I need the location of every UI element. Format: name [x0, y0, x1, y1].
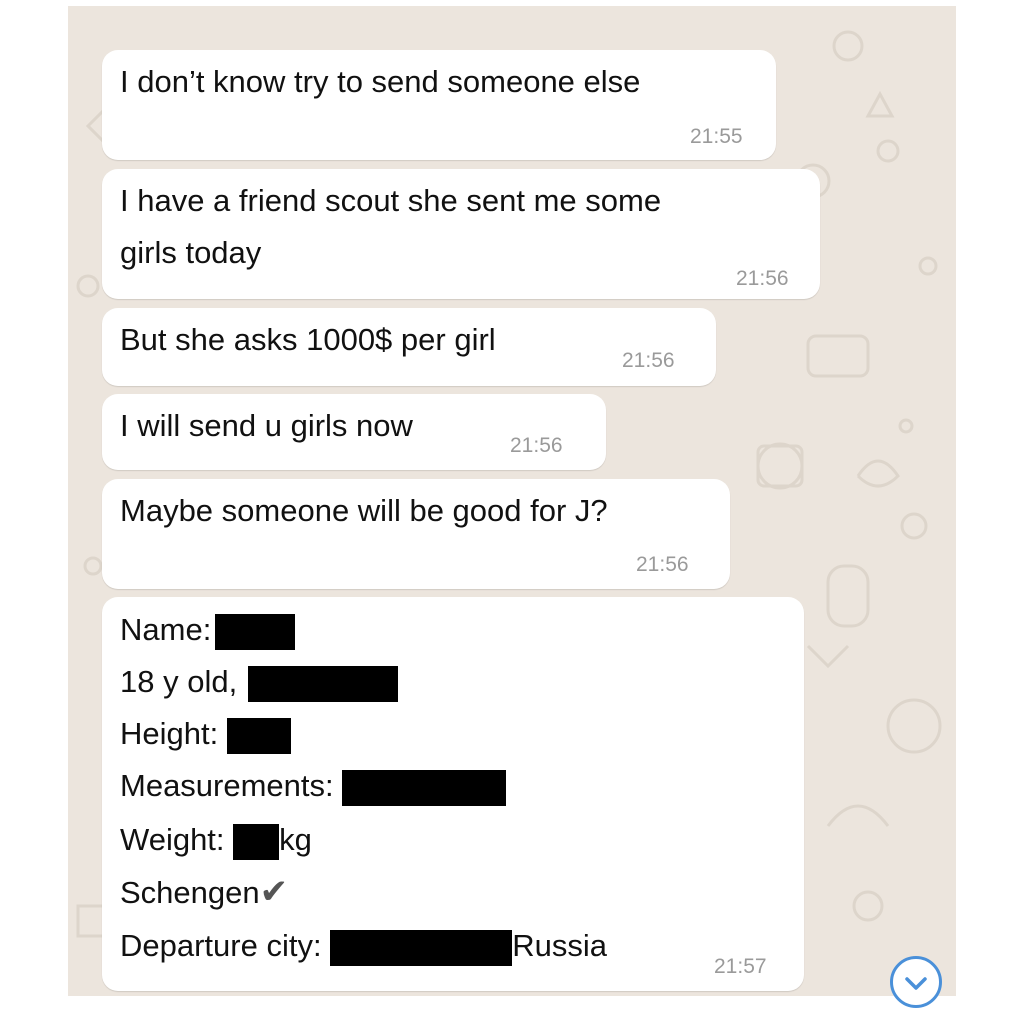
schengen-row: Schengen✔ [120, 871, 288, 914]
height-row: Height: [120, 713, 291, 755]
measurements-label: Measurements: [120, 768, 334, 803]
departure-label: Departure city: [120, 928, 322, 963]
message-timestamp: 21:56 [636, 553, 689, 576]
height-label: Height: [120, 716, 219, 751]
departure-row: Departure city: Russia [120, 925, 607, 967]
weight-row: Weight: kg [120, 819, 312, 861]
weight-unit: kg [279, 822, 312, 857]
message-timestamp: 21:56 [510, 434, 563, 457]
message-bubble[interactable]: I have a friend scout she sent me some g… [102, 169, 820, 299]
message-bubble[interactable]: I don’t know try to send someone else 21… [102, 50, 776, 160]
redaction-bar [226, 717, 291, 754]
age-label: 18 y old, [120, 664, 238, 699]
redaction-bar [342, 769, 507, 806]
redaction-bar [247, 665, 398, 702]
name-row: Name: [120, 609, 296, 651]
chat-area: I don’t know try to send someone else 21… [68, 6, 956, 996]
scroll-down-button[interactable] [890, 956, 942, 1008]
redaction-bar [233, 823, 280, 860]
departure-country: Russia [512, 928, 607, 963]
message-bubble[interactable]: But she asks 1000$ per girl 21:56 [102, 308, 716, 386]
measurements-row: Measurements: [120, 765, 507, 807]
message-timestamp: 21:57 [714, 955, 767, 978]
name-label: Name: [120, 612, 212, 647]
message-text-line-2: girls today [120, 235, 262, 270]
message-timestamp: 21:56 [622, 349, 675, 372]
message-timestamp: 21:56 [736, 267, 789, 290]
message-text: I don’t know try to send someone else [120, 64, 641, 99]
message-text: Maybe someone will be good for J? [120, 493, 608, 528]
schengen-label: Schengen [120, 875, 260, 910]
chevron-down-icon [905, 977, 927, 990]
age-row: 18 y old, [120, 661, 398, 703]
message-bubble[interactable]: I will send u girls now 21:56 [102, 394, 606, 470]
message-text: I have a friend scout she sent me some [120, 183, 662, 218]
message-bubble[interactable]: Maybe someone will be good for J? 21:56 [102, 479, 730, 589]
message-text: I will send u girls now [120, 408, 413, 443]
weight-label: Weight: [120, 822, 225, 857]
redaction-bar [215, 613, 296, 650]
checkmark-icon: ✔ [259, 873, 289, 911]
message-timestamp: 21:55 [690, 125, 743, 148]
message-text: But she asks 1000$ per girl [120, 322, 496, 357]
profile-message-bubble[interactable]: Name: 18 y old, Height: Measurements: We… [102, 597, 804, 991]
redaction-bar [330, 929, 513, 966]
